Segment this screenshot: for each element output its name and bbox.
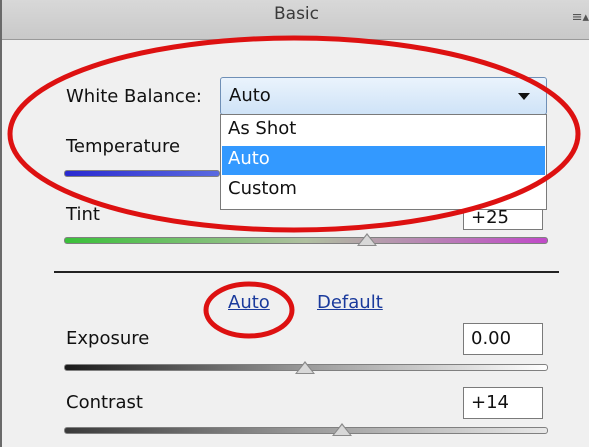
chevron-down-icon[interactable] [518,93,530,100]
default-tone-link[interactable]: Default [317,292,383,313]
dropdown-option-custom[interactable]: Custom [222,176,545,205]
exposure-slider-thumb[interactable] [295,361,315,374]
contrast-label: Contrast [66,392,143,413]
white-balance-select[interactable]: Auto [220,77,547,115]
basic-panel: Basic ≡▴ White Balance: Auto As Shot Aut… [0,0,589,447]
panel-title: Basic [273,4,319,24]
white-balance-label: White Balance: [66,86,202,107]
exposure-label: Exposure [66,328,150,349]
white-balance-selected-value: Auto [229,85,271,106]
divider [54,271,559,273]
white-balance-dropdown: As Shot Auto Custom [220,114,547,210]
dropdown-option-auto[interactable]: Auto [222,146,545,175]
contrast-slider-thumb[interactable] [332,423,352,436]
temperature-label: Temperature [66,136,181,157]
tint-slider-thumb[interactable] [357,233,377,246]
tint-label: Tint [66,204,100,225]
temperature-slider-track[interactable] [64,170,220,177]
auto-tone-link[interactable]: Auto [228,292,270,313]
dropdown-option-as-shot[interactable]: As Shot [222,116,545,145]
tint-slider-track[interactable] [64,237,548,244]
contrast-value-field[interactable]: +14 [463,387,543,419]
contrast-slider-track[interactable] [64,427,548,434]
list-menu-icon[interactable]: ≡▴ [572,10,589,25]
panel-header[interactable]: Basic ≡▴ [2,0,589,40]
exposure-value-field[interactable]: 0.00 [463,323,543,355]
